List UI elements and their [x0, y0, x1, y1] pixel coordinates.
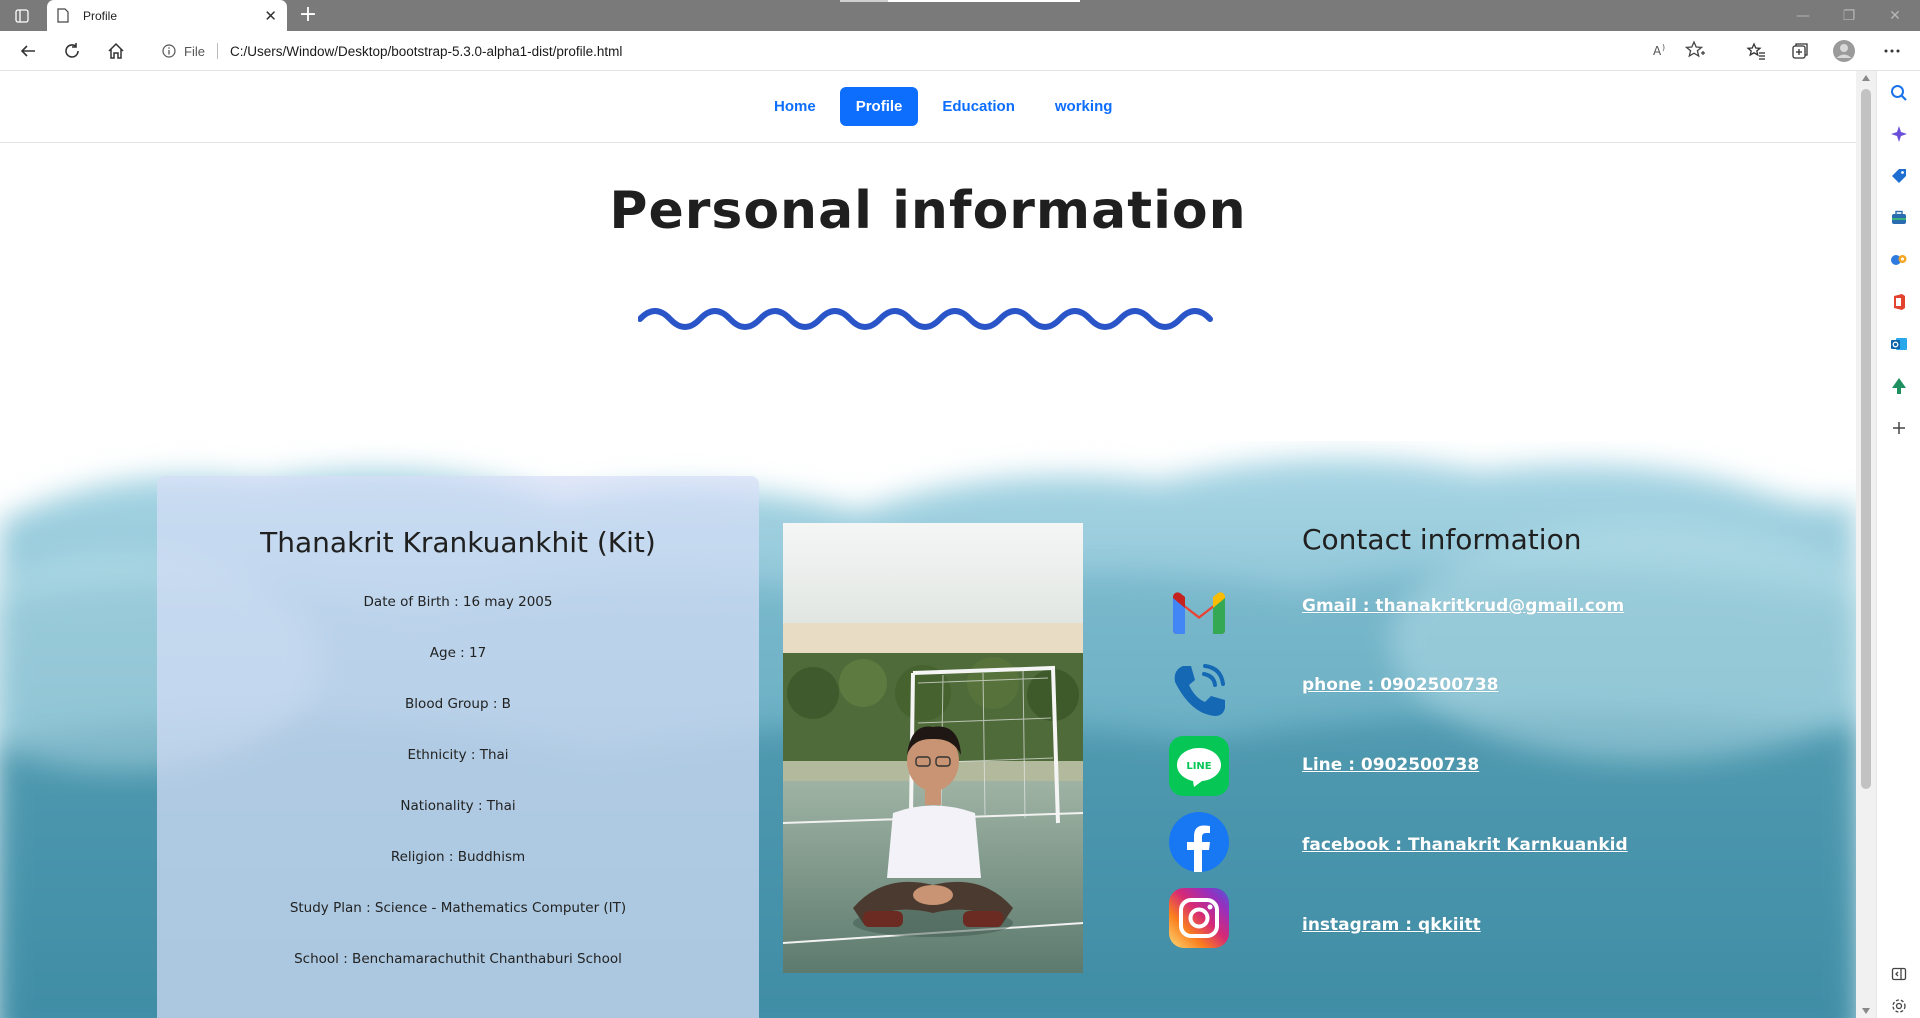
browser-tabbar: Profile ✕ + — ❐ ✕ [0, 0, 1920, 31]
profile-name: Thanakrit Krankuankhit (Kit) [260, 526, 656, 559]
page-scrollbar[interactable] [1856, 71, 1876, 1018]
site-navbar: Home Profile Education working [0, 71, 1856, 143]
info-blood-group: Blood Group : B [405, 696, 511, 712]
contact-phone-link[interactable]: phone : 0902500738 [1302, 675, 1499, 695]
line-icon-text: LINE [1186, 761, 1211, 772]
home-icon[interactable] [102, 37, 130, 65]
outlook-icon[interactable] [1889, 334, 1909, 354]
sidebar-settings-icon[interactable] [1889, 996, 1909, 1016]
add-sidebar-app-icon[interactable] [1889, 418, 1909, 438]
contact-line-link[interactable]: Line : 0902500738 [1302, 755, 1479, 775]
hide-sidebar-icon[interactable] [1889, 964, 1909, 984]
address-bar[interactable]: File C:/Users/Window/Desktop/bootstrap-5… [146, 35, 1706, 67]
office-icon[interactable] [1889, 292, 1909, 312]
window-close-icon[interactable]: ✕ [1872, 0, 1918, 31]
page-title: Personal information [609, 181, 1247, 241]
new-tab-button[interactable]: + [296, 4, 320, 27]
restore-icon[interactable]: ❐ [1826, 0, 1872, 31]
contact-facebook-link[interactable]: facebook : Thanakrit Karnkuankid [1302, 835, 1628, 855]
address-right-icons: A) [1650, 39, 1706, 65]
address-prefix: File [184, 43, 205, 59]
copilot-sparkle-icon[interactable] [1889, 124, 1909, 144]
favorites-icon[interactable] [1742, 37, 1770, 65]
personal-info-card: Thanakrit Krankuankhit (Kit) Date of Bir… [157, 476, 759, 1018]
instagram-icon [1169, 888, 1229, 948]
info-dob: Date of Birth : 16 may 2005 [363, 594, 553, 610]
contact-title: Contact information [1302, 523, 1582, 556]
phone-icon [1169, 660, 1229, 720]
scroll-down-icon[interactable] [1862, 1008, 1870, 1014]
info-school: School : Benchamarachuthit Chanthaburi S… [294, 951, 622, 967]
info-ethnicity: Ethnicity : Thai [407, 747, 509, 763]
tab-actions-icon[interactable] [8, 6, 36, 26]
scroll-thumb[interactable] [1861, 89, 1871, 789]
nav-pills: Home Profile Education working [758, 87, 1128, 126]
tools-briefcase-icon[interactable] [1889, 208, 1909, 228]
close-tab-icon[interactable]: ✕ [264, 7, 277, 25]
minimize-icon[interactable]: — [1780, 0, 1826, 31]
edge-sidebar [1876, 71, 1920, 1018]
search-icon[interactable] [1889, 83, 1909, 103]
profile-photo [783, 523, 1083, 973]
games-icon[interactable] [1889, 250, 1909, 270]
contact-gmail-link[interactable]: Gmail : thanakritkrud@gmail.com [1302, 596, 1624, 616]
gmail-icon [1169, 582, 1229, 642]
info-nationality: Nationality : Thai [400, 798, 516, 814]
browser-tab-profile[interactable]: Profile ✕ [47, 0, 287, 31]
add-favorite-icon[interactable] [1684, 39, 1706, 65]
info-study-plan: Study Plan : Science - Mathematics Compu… [289, 900, 627, 916]
more-options-icon[interactable] [1878, 37, 1906, 65]
nav-education[interactable]: Education [926, 87, 1031, 126]
nav-home[interactable]: Home [758, 87, 832, 126]
browser-toolbar: File C:/Users/Window/Desktop/bootstrap-5… [0, 31, 1920, 71]
window-drag-strip-highlight [888, 0, 1080, 2]
url-text[interactable]: C:/Users/Window/Desktop/bootstrap-5.3.0-… [230, 44, 622, 59]
address-separator [216, 43, 218, 59]
nav-working[interactable]: working [1039, 87, 1129, 126]
collections-icon[interactable] [1786, 37, 1814, 65]
tab-title: Profile [83, 8, 118, 23]
line-icon: LINE [1169, 736, 1229, 796]
info-age: Age : 17 [429, 645, 487, 661]
shopping-tag-icon[interactable] [1889, 166, 1909, 186]
page-icon [57, 7, 71, 24]
svg-text:A: A [1653, 44, 1662, 58]
drop-tree-icon[interactable] [1889, 376, 1909, 396]
page-viewport: Home Profile Education working Personal … [0, 71, 1856, 1018]
profile-avatar-icon[interactable] [1830, 37, 1858, 65]
site-info[interactable]: File [162, 44, 205, 59]
info-icon [162, 44, 176, 58]
wave-divider [638, 308, 1213, 330]
scroll-up-icon[interactable] [1862, 75, 1870, 81]
info-religion: Religion : Buddhism [390, 849, 526, 865]
facebook-icon [1169, 812, 1229, 872]
read-aloud-icon[interactable]: A) [1650, 39, 1672, 65]
contact-instagram-link[interactable]: instagram : qkkiitt [1302, 915, 1481, 935]
refresh-icon[interactable] [58, 37, 86, 65]
back-icon[interactable] [14, 37, 42, 65]
svg-text:): ) [1662, 43, 1665, 52]
nav-profile[interactable]: Profile [839, 87, 919, 126]
